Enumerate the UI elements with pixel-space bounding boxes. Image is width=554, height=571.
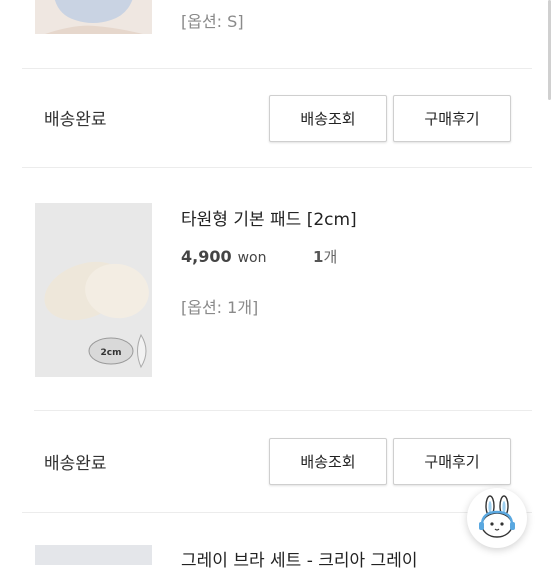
order-status: 배송완료 bbox=[44, 454, 107, 474]
divider bbox=[34, 410, 532, 411]
product-image-bra bbox=[35, 0, 152, 34]
product-quantity: 1개 bbox=[313, 246, 337, 267]
divider bbox=[22, 512, 532, 513]
chat-support-button[interactable] bbox=[467, 488, 527, 548]
currency-label: won bbox=[237, 250, 267, 266]
track-delivery-button[interactable]: 배송조회 bbox=[269, 95, 387, 142]
divider bbox=[22, 68, 532, 69]
product-thumbnail[interactable] bbox=[35, 545, 152, 565]
product-thumbnail[interactable] bbox=[35, 0, 152, 34]
quantity-unit: 개 bbox=[323, 248, 338, 266]
product-option: [옵션: S] bbox=[181, 12, 244, 31]
write-review-button[interactable]: 구매후기 bbox=[393, 95, 511, 142]
pad-size-label: 2cm bbox=[101, 348, 122, 358]
scrollbar[interactable] bbox=[548, 0, 551, 100]
product-title[interactable]: 그레이 브라 세트 - 크리아 그레이 bbox=[181, 546, 417, 571]
product-price: 4,900 won bbox=[181, 247, 267, 266]
write-review-button[interactable]: 구매후기 bbox=[393, 438, 511, 485]
product-thumbnail[interactable]: 2cm bbox=[35, 203, 152, 377]
product-option: [옵션: 1개] bbox=[181, 298, 259, 317]
product-image-pad: 2cm bbox=[35, 203, 152, 377]
quantity-value: 1 bbox=[313, 248, 324, 266]
price-value: 4,900 bbox=[181, 247, 232, 266]
track-delivery-button[interactable]: 배송조회 bbox=[269, 438, 387, 485]
rabbit-chat-icon bbox=[479, 495, 515, 538]
divider bbox=[22, 167, 532, 168]
product-title[interactable]: 타원형 기본 패드 [2cm] bbox=[181, 205, 357, 230]
order-status: 배송완료 bbox=[44, 110, 107, 130]
